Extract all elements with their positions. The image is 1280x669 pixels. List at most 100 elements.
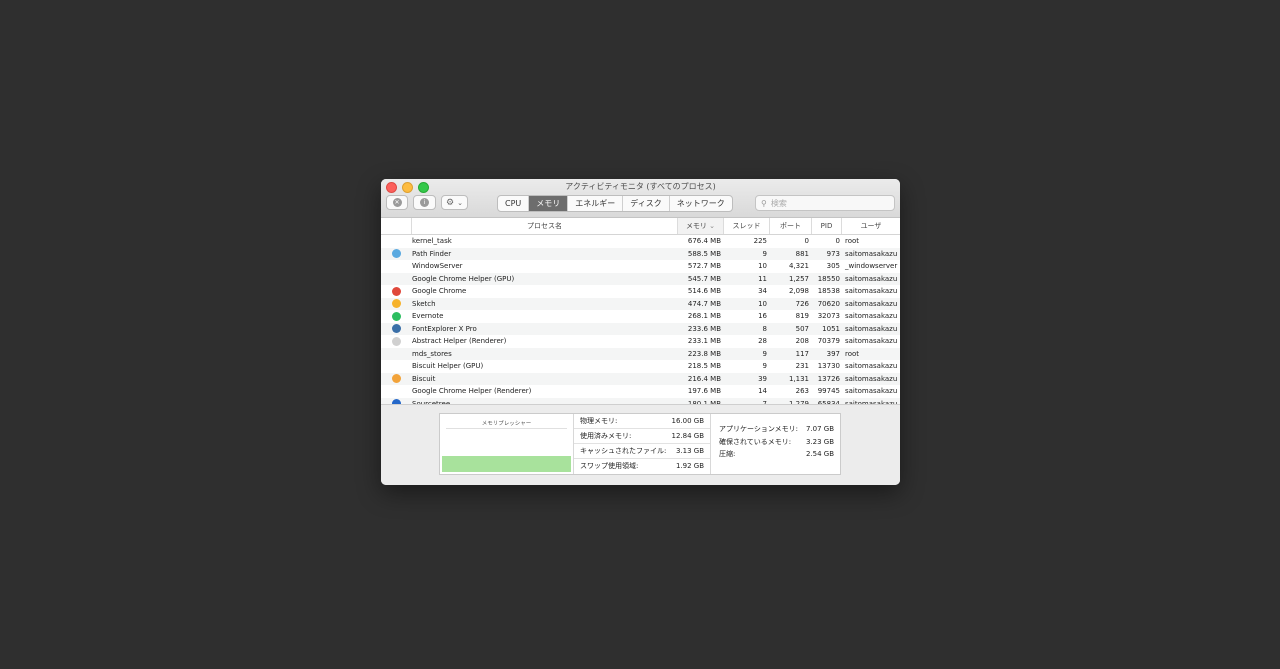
process-memory: 474.7 MB xyxy=(687,299,721,308)
process-user: saitomasakazu xyxy=(845,274,898,283)
stat-label: キャッシュされたファイル: xyxy=(580,447,667,455)
table-row[interactable]: Google Chrome 514.6 MB 34 2,098 18538 saitoma… xyxy=(381,285,900,298)
process-ports: 117 xyxy=(795,349,809,358)
stat-label: 物理メモリ: xyxy=(580,417,618,425)
table-row[interactable]: mds_stores 223.8 MB 9 117 397 root xyxy=(381,347,900,361)
table-row[interactable]: Abstract Helper (Renderer) 233.1 MB 28 208 7… xyxy=(381,335,900,348)
process-name: Evernote xyxy=(412,312,444,320)
process-threads: 9 xyxy=(762,349,767,358)
process-ports: 1,131 xyxy=(788,374,809,383)
memory-pressure-label: メモリプレッシャー xyxy=(481,421,532,427)
process-icon-cell xyxy=(381,248,412,261)
process-user: saitomasakazu xyxy=(845,374,898,383)
tab-memory[interactable]: メモリ xyxy=(529,196,569,211)
table-row[interactable]: Google Chrome Helper (GPU) 545.7 MB 11 1,25… xyxy=(381,272,900,285)
process-memory: 223.8 MB xyxy=(687,349,721,358)
stat-label: スワップ使用領域: xyxy=(580,462,639,470)
process-pid: 1051 xyxy=(822,324,840,333)
memory-stats-right: アプリケーションメモリ: 7.07 GB 確保されているメモリ: 3.23 GB 圧… xyxy=(710,414,840,474)
process-user: saitomasakazu xyxy=(845,362,898,370)
stat-swap-used: スワップ使用領域: 1.92 GB xyxy=(574,459,710,473)
process-memory: 233.6 MB xyxy=(687,324,721,333)
process-threads: 11 xyxy=(758,274,767,283)
process-name: Google Chrome Helper (GPU) xyxy=(412,274,515,283)
gear-icon: ⚙ xyxy=(446,197,455,208)
process-pid: 13726 xyxy=(817,374,840,383)
process-memory: 218.5 MB xyxy=(687,362,721,370)
table-row[interactable]: Biscuit Helper (GPU) 218.5 MB 9 231 13730 sai… xyxy=(381,360,900,373)
process-user: _windowserver xyxy=(845,262,898,270)
process-user: saitomasakazu xyxy=(845,387,898,395)
process-memory: 233.1 MB xyxy=(687,337,721,345)
column-header-memory[interactable]: メモリ ⌄ xyxy=(678,218,724,234)
process-name: Google Chrome xyxy=(412,287,467,295)
table-row[interactable]: Google Chrome Helper (Renderer) 197.6 MB 1… xyxy=(381,385,900,398)
table-row[interactable]: Sketch 474.7 MB 10 726 70620 saitomasakazu xyxy=(381,297,900,310)
process-threads: 10 xyxy=(758,299,767,308)
process-pid: 0 xyxy=(835,237,840,245)
process-threads: 16 xyxy=(758,312,767,320)
process-icon-cell xyxy=(381,348,412,361)
column-header-memory-label: メモリ xyxy=(685,222,707,230)
table-row[interactable]: WindowServer 572.7 MB 10 4,321 305 _windowser… xyxy=(381,260,900,273)
process-icon-cell xyxy=(381,323,412,336)
table-row[interactable]: Evernote 268.1 MB 16 819 32073 saitomasakazu xyxy=(381,310,900,323)
stat-compressed: 圧縮: 2.54 GB xyxy=(711,448,840,461)
chrome-icon xyxy=(392,286,401,296)
stat-value: 3.13 GB xyxy=(675,447,704,455)
process-icon-cell xyxy=(381,235,412,248)
process-ports: 0 xyxy=(804,237,809,245)
table-row[interactable]: Path Finder 588.5 MB 9 881 973 saitomasakazu xyxy=(381,247,900,261)
process-user: saitomasakazu xyxy=(845,312,898,320)
action-menu-button[interactable]: ⚙ ⌄ xyxy=(441,195,468,210)
process-ports: 263 xyxy=(795,387,809,395)
process-ports: 231 xyxy=(795,362,809,370)
process-ports: 208 xyxy=(795,337,809,345)
tab-energy[interactable]: エネルギー xyxy=(568,196,624,211)
search-field[interactable]: ⚲ 検索 xyxy=(755,195,895,211)
column-header-threads[interactable]: スレッド xyxy=(724,218,770,234)
process-icon-cell xyxy=(381,310,412,323)
process-icon-cell xyxy=(381,285,412,298)
process-name: mds_stores xyxy=(412,349,452,358)
graph-gridline xyxy=(446,428,567,429)
process-name: Google Chrome Helper (Renderer) xyxy=(412,387,532,395)
process-ports: 726 xyxy=(795,299,809,308)
sort-descending-icon: ⌄ xyxy=(709,222,716,230)
quit-process-button[interactable]: ✕ xyxy=(386,195,408,210)
table-row[interactable]: kernel_task 676.4 MB 225 0 0 root xyxy=(381,235,900,248)
process-threads: 34 xyxy=(758,287,767,295)
process-pid: 973 xyxy=(826,249,840,258)
tab-cpu[interactable]: CPU xyxy=(498,196,530,211)
stat-value: 2.54 GB xyxy=(805,450,834,458)
memory-summary-panel: メモリプレッシャー 物理メモリ: 16.00 GB 使用済みメモリ: 12.84 G… xyxy=(439,413,841,475)
activity-monitor-window: アクティビティモニタ (すべてのプロセス) ✕ i ⚙ ⌄ CPU メモリ エネ… xyxy=(381,179,900,485)
process-pid: 32073 xyxy=(817,312,840,320)
column-header-process-name[interactable]: プロセス名 xyxy=(412,218,678,234)
tab-network[interactable]: ネットワーク xyxy=(670,196,732,211)
process-user: root xyxy=(845,237,860,245)
process-pid: 18538 xyxy=(817,287,840,295)
process-name: Sketch xyxy=(412,299,436,308)
process-name: Biscuit Helper (GPU) xyxy=(412,362,484,370)
process-ports: 2,098 xyxy=(788,287,809,295)
inspect-process-button[interactable]: i xyxy=(413,195,436,210)
column-header-user[interactable]: ユーザ xyxy=(842,218,900,234)
column-header-ports[interactable]: ポート xyxy=(770,218,812,234)
table-row[interactable]: FontExplorer X Pro 233.6 MB 8 507 1051 saitom… xyxy=(381,322,900,336)
process-threads: 8 xyxy=(762,324,767,333)
process-threads: 28 xyxy=(758,337,767,345)
process-name: WindowServer xyxy=(412,262,463,270)
stat-label: 確保されているメモリ: xyxy=(719,437,792,446)
table-row[interactable]: Biscuit 216.4 MB 39 1,131 13726 saitomasakazu xyxy=(381,372,900,385)
process-table: プロセス名 メモリ ⌄ スレッド ポート PID ユーザ kernel_task… xyxy=(381,218,900,404)
stat-value: 1.92 GB xyxy=(675,462,704,470)
title-bar: アクティビティモニタ (すべてのプロセス) ✕ i ⚙ ⌄ CPU メモリ エネ… xyxy=(381,179,900,218)
column-header-pid[interactable]: PID xyxy=(812,218,842,234)
process-name: FontExplorer X Pro xyxy=(412,324,477,333)
process-icon-cell xyxy=(381,335,412,348)
memory-pressure-fill xyxy=(442,455,571,472)
tab-disk[interactable]: ディスク xyxy=(623,196,670,211)
stat-physical-memory: 物理メモリ: 16.00 GB xyxy=(574,414,710,429)
process-pid: 99745 xyxy=(817,387,840,395)
